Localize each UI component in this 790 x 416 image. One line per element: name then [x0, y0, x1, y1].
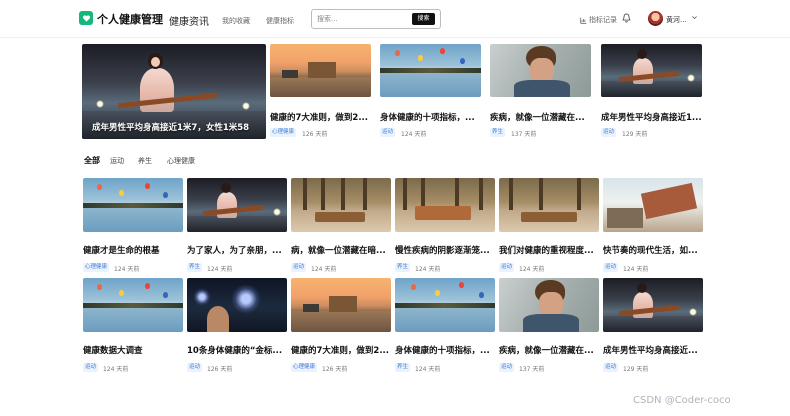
article-card-title[interactable]: 慢性疾病的阴影逐渐笼... [395, 244, 495, 256]
article-card-title[interactable]: 快节奏的现代生活，如... [603, 244, 703, 256]
article-card-title[interactable]: 身体健康的十项指标，... [395, 344, 495, 356]
article-card-tag[interactable]: 运动 [83, 363, 99, 372]
article-card-image[interactable] [603, 178, 703, 232]
featured-card-time: 129 天前 [622, 131, 648, 138]
featured-card-time: 126 天前 [302, 131, 328, 138]
article-card-image[interactable] [499, 278, 599, 332]
featured-card-image[interactable] [380, 44, 481, 97]
search-box: 搜索 [311, 9, 441, 29]
nav-health-news[interactable]: 健康资讯 [169, 13, 209, 28]
featured-card-tag[interactable]: 运动 [601, 128, 617, 137]
article-card-tag[interactable]: 运动 [499, 263, 515, 272]
article-card-title[interactable]: 健康的7大准则，做到2... [291, 344, 391, 356]
search-button[interactable]: 搜索 [412, 13, 435, 25]
featured-card-image[interactable] [270, 44, 371, 97]
chevron-down-icon[interactable] [691, 14, 698, 21]
search-input[interactable] [317, 12, 405, 26]
article-card-time: 124 天前 [114, 266, 140, 273]
article-card-time: 137 天前 [519, 366, 545, 373]
article-card-time: 124 天前 [415, 366, 441, 373]
watermark: CSDN @Coder-coco [633, 395, 731, 406]
tab-all[interactable]: 全部 [84, 155, 100, 166]
article-card-title[interactable]: 健康数据大调查 [83, 344, 183, 356]
article-card-tag[interactable]: 运动 [603, 363, 619, 372]
article-card-title[interactable]: 成年男性平均身高接近... [603, 344, 703, 356]
heart-shield-icon[interactable] [79, 11, 93, 25]
article-card-image[interactable] [187, 178, 287, 232]
featured-card-title[interactable]: 身体健康的十项指标，... [380, 111, 481, 123]
article-card-time: 124 天前 [207, 266, 233, 273]
article-card-tag[interactable]: 养生 [187, 263, 203, 272]
article-card-title[interactable]: 10条身体健康的“金标... [187, 344, 287, 356]
article-card-title[interactable]: 疾病，就像一位潜藏在... [499, 344, 599, 356]
tab-wellness[interactable]: 养生 [138, 156, 152, 166]
article-card-title[interactable]: 我们对健康的重视程度... [499, 244, 599, 256]
article-card-time: 126 天前 [207, 366, 233, 373]
article-card-image[interactable] [395, 178, 495, 232]
article-card-tag[interactable]: 运动 [291, 263, 307, 272]
article-card-time: 124 天前 [103, 366, 129, 373]
article-card-tag[interactable]: 心理健康 [83, 263, 110, 272]
avatar[interactable] [648, 11, 663, 26]
featured-card-title[interactable]: 健康的7大准则，做到2... [270, 111, 371, 123]
article-card-image[interactable] [499, 178, 599, 232]
article-card-time: 124 天前 [415, 266, 441, 273]
featured-card-image[interactable] [601, 44, 702, 97]
hero-banner[interactable]: 成年男性平均身高接近1米7，女性1米58 [82, 44, 266, 139]
article-card-time: 124 天前 [623, 266, 649, 273]
article-card-time: 126 天前 [322, 366, 348, 373]
article-card-title[interactable]: 病，就像一位潜藏在暗... [291, 244, 391, 256]
article-card-image[interactable] [395, 278, 495, 332]
article-card-image[interactable] [291, 178, 391, 232]
featured-card-time: 124 天前 [401, 131, 427, 138]
article-card-title[interactable]: 为了家人，为了亲朋，... [187, 244, 287, 256]
featured-card-image[interactable] [490, 44, 591, 97]
article-card-time: 124 天前 [311, 266, 337, 273]
article-card-image[interactable] [83, 178, 183, 232]
nav-health-indicators[interactable]: 健康指标 [266, 16, 294, 26]
tab-sports[interactable]: 运动 [110, 156, 124, 166]
article-card-image[interactable] [83, 278, 183, 332]
article-card-tag[interactable]: 养生 [395, 263, 411, 272]
featured-card-title[interactable]: 疾病，就像一位潜藏在... [490, 111, 591, 123]
nav-my-favorites[interactable]: 我的收藏 [222, 16, 250, 26]
article-card-image[interactable] [603, 278, 703, 332]
user-name[interactable]: 黄河... [666, 15, 687, 25]
top-nav-bar: 个人健康管理 健康资讯 我的收藏 健康指标 搜索 指标记录 黄河... [0, 0, 790, 38]
featured-card-time: 137 天前 [511, 131, 537, 138]
article-card-tag[interactable]: 心理健康 [291, 363, 318, 372]
article-card-title[interactable]: 健康才是生命的根基 [83, 244, 183, 256]
article-card-tag[interactable]: 运动 [499, 363, 515, 372]
featured-card-title[interactable]: 成年男性平均身高接近1... [601, 111, 702, 123]
hero-caption: 成年男性平均身高接近1米7，女性1米58 [92, 123, 250, 133]
featured-card-tag[interactable]: 养生 [490, 128, 506, 137]
featured-card-tag[interactable]: 运动 [380, 128, 396, 137]
article-card-tag[interactable]: 运动 [603, 263, 619, 272]
brand-title[interactable]: 个人健康管理 [97, 11, 163, 27]
chart-icon [580, 17, 587, 24]
bell-icon[interactable] [622, 13, 631, 23]
article-card-tag[interactable]: 养生 [395, 363, 411, 372]
featured-card-tag[interactable]: 心理健康 [270, 128, 297, 137]
records-label: 指标记录 [589, 16, 617, 24]
article-card-image[interactable] [187, 278, 287, 332]
records-link[interactable]: 指标记录 [580, 15, 617, 25]
tab-mental-health[interactable]: 心理健康 [167, 156, 195, 166]
article-card-image[interactable] [291, 278, 391, 332]
article-card-time: 129 天前 [623, 366, 649, 373]
article-card-tag[interactable]: 运动 [187, 363, 203, 372]
article-card-time: 124 天前 [519, 266, 545, 273]
